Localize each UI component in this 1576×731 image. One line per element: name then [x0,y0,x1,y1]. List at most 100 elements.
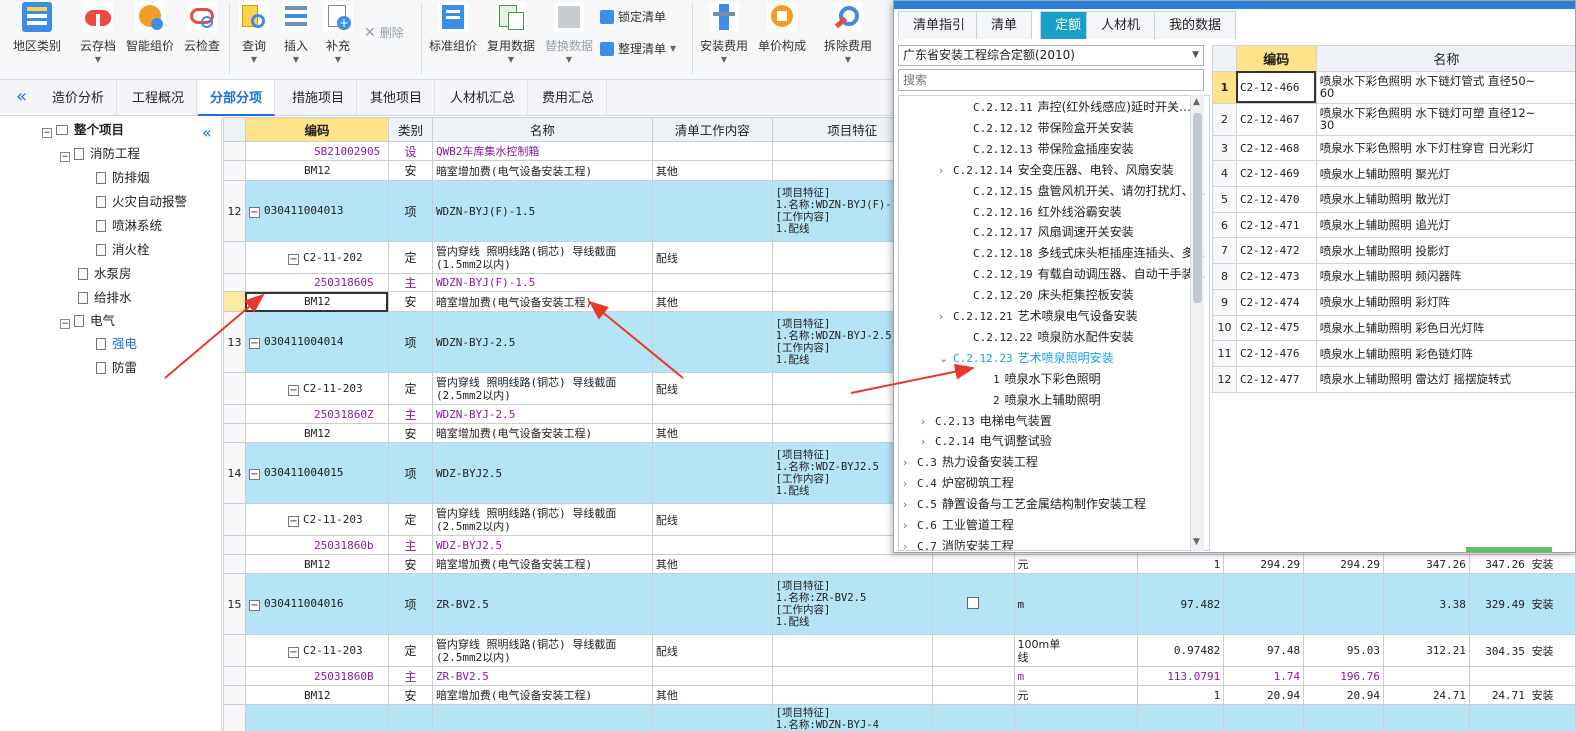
cell-unit[interactable]: 100m单 线 [1013,634,1139,667]
tree-node-lightning[interactable]: 防雷 [96,357,137,379]
cell[interactable] [931,704,1015,731]
cell-value-3[interactable]: 3.38 [1383,573,1470,635]
tree-node-chapter[interactable]: › C.2.12.14 安全变压器、电铃、风扇安装 [939,160,1174,181]
cell-quantity[interactable]: 97.482 [1137,573,1225,635]
cell-work[interactable] [651,666,773,686]
lock-list-button[interactable]: 锁定清单 [600,8,666,25]
cell-name[interactable]: WDZN-BYJ-2.5 [431,311,653,373]
cell-name[interactable]: WDZN-BYJ(F)-1.5 [431,273,653,292]
quota-row[interactable]: 11 C2-12-476 喷泉水上辅助照明 彩色链灯阵 [1212,340,1575,367]
cell-code[interactable]: BM12 [244,291,389,312]
cell-code[interactable]: −030411004014 [244,311,389,373]
cell-value-4[interactable]: 347.26 安装 [1468,554,1576,574]
cell-name[interactable]: QWB2车库集水控制箱 [431,141,653,161]
quota-code-cell[interactable]: C2-12-470 [1235,186,1317,213]
cell-work[interactable] [651,273,773,292]
quota-row[interactable]: 4 C2-12-469 喷泉水上辅助照明 聚光灯 [1212,160,1575,188]
table-row[interactable]: 25031860B 主 ZR-BV2.5 m 113.0791 1.74 196… [223,666,1576,686]
cell-type[interactable]: 定 [387,634,433,667]
chevron-right-icon[interactable]: › [939,160,953,181]
tree-node-smoke[interactable]: 防排烟 [96,167,150,189]
cell-type[interactable]: 主 [387,273,433,292]
cell-work[interactable] [651,442,773,504]
cell-type[interactable]: 主 [387,535,433,555]
replace-data-button[interactable]: 替换数据 ▼ [543,0,595,80]
cell-name[interactable]: 暗室增加费(电气设备安装工程) [431,291,653,312]
unit-price-button[interactable]: 单价构成 [756,0,808,80]
quota-code-cell[interactable]: C2-12-472 [1235,237,1317,265]
table-row[interactable]: BM12 安 暗室增加费(电气设备安装工程) 其他 元 1 294.29 294… [223,554,1576,574]
cell-work[interactable]: 其他 [651,685,773,705]
supplement-button[interactable]: + 补充 ▼ [322,0,354,80]
tab-labor-material-summary[interactable]: 人材机汇总 [438,80,529,116]
cell[interactable] [1013,704,1139,731]
cell-name[interactable]: 暗室增加费(电气设备安装工程) [431,423,653,443]
cell-type[interactable]: 主 [387,666,433,686]
collapse-box-icon[interactable]: − [287,253,299,265]
tree-node-root[interactable]: − 整个项目 [42,119,124,141]
cell-type[interactable]: 项 [387,442,433,504]
cell-value-3[interactable]: 347.26 [1383,554,1470,574]
cell-quantity[interactable]: 1 [1137,685,1225,705]
cell-work[interactable] [651,311,773,373]
quota-code-cell[interactable]: C2-12-467 [1235,102,1317,136]
chevron-right-icon[interactable]: › [921,431,935,452]
cell[interactable] [1468,704,1576,731]
cell-value-3[interactable] [1383,666,1470,686]
cell-code[interactable]: − C2-11-203 [244,503,389,536]
quota-name-cell[interactable]: 喷泉水下彩色照明 水下链灯可塑 直径12~ 30 [1315,102,1575,136]
standard-pricing-button[interactable]: 标准组价 [428,0,478,80]
delete-button[interactable]: ✕ 删除 [364,24,404,41]
tree-node-water[interactable]: 给排水 [78,287,132,309]
cell-feature[interactable] [771,634,933,667]
checkbox[interactable] [967,596,980,609]
table-row[interactable]: − C2-11-203 定 管内穿线 照明线路(铜芯) 导线截面 (2.5mm2以… [223,634,1576,667]
quota-code-cell[interactable]: C2-12-475 [1235,314,1317,342]
cell-value-2[interactable]: 196.76 [1303,666,1385,686]
cell-work[interactable]: 配线 [651,372,773,405]
cell-type[interactable]: 安 [387,423,433,443]
cell-type[interactable]: 安 [387,291,433,312]
quota-row[interactable]: 6 C2-12-471 喷泉水上辅助照明 追光灯 [1212,211,1575,239]
collapse-left-icon[interactable]: « [16,86,27,107]
cell-name[interactable]: 管内穿线 照明线路(铜芯) 导线截面 (2.5mm2以内) [431,503,653,536]
cell-code[interactable]: −030411004016 [244,573,389,635]
tree-node-chapter[interactable]: › C.2.12.21 艺术喷泉电气设备安装 [939,306,1138,327]
chevron-right-icon[interactable]: › [903,452,917,473]
cell-feature[interactable] [771,554,933,574]
cell-value-2[interactable]: 294.29 [1303,554,1385,574]
tree-node-chapter[interactable]: › C.5 静置设备与工艺金属结构制作安装工程 [903,494,1146,515]
cell-name[interactable]: ZR-BV2.5 [431,666,653,686]
cell[interactable] [1223,704,1305,731]
cell-work[interactable]: 其他 [651,554,773,574]
quota-name-cell[interactable]: 喷泉水上辅助照明 频闪器阵 [1315,263,1575,290]
cell-name[interactable]: 管内穿线 照明线路(铜芯) 导线截面 (1.5mm2以内) [431,241,653,274]
quota-row[interactable]: 2 C2-12-467 喷泉水下彩色照明 水下链灯可塑 直径12~ 30 [1212,102,1575,136]
tab-fee-summary[interactable]: 费用汇总 [530,80,608,116]
cell[interactable] [1383,704,1470,731]
panel-tab-my-data[interactable]: 我的数据 [1154,11,1237,39]
cell-value-2[interactable]: 20.94 [1303,685,1385,705]
cell-type[interactable]: 安 [387,160,433,181]
cell-name[interactable]: WDZN-BYJ(F)-1.5 [431,180,653,242]
scroll-down-icon[interactable]: ▼ [1193,537,1200,547]
table-row[interactable]: 15 −030411004016 项 ZR-BV2.5 [项目特征] 1.名称:… [223,573,1576,635]
tree-node-chapter[interactable]: › C.7 消防安装工程 [903,536,1014,550]
cell-checkbox[interactable] [931,666,1015,686]
tree-node-hydrant[interactable]: 消火栓 [96,239,150,261]
cell-work[interactable] [651,141,773,161]
panel-tab-list[interactable]: 清单 [976,11,1033,39]
cell-code[interactable]: 25031860B [244,666,389,686]
quota-name-cell[interactable]: 喷泉水上辅助照明 彩灯阵 [1315,288,1575,316]
header-type[interactable]: 类别 [387,117,433,142]
tree-node-chapter[interactable]: › C.6 工业管道工程 [903,515,1014,536]
chevron-right-icon[interactable]: › [903,515,917,536]
region-category-button[interactable]: 地区类别 [10,0,64,80]
tab-sub-items[interactable]: 分部分项 [198,80,276,116]
cell-checkbox[interactable] [931,573,1015,635]
cell-value-4[interactable]: 24.71 安装 [1468,685,1576,705]
cell-checkbox[interactable] [931,554,1015,574]
tree-node-chapter[interactable]: C.2.12.13 带保险盒插座安装 [959,139,1134,160]
cell[interactable] [1303,704,1385,731]
cell-work[interactable]: 配线 [651,634,773,667]
